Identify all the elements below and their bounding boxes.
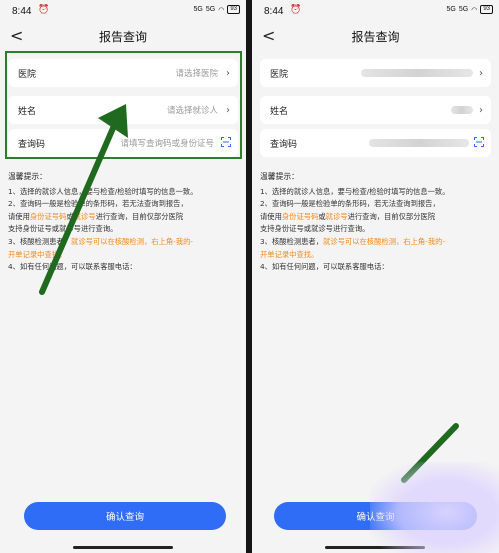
status-icons: 5G 5G ◠ 93 [194,5,240,14]
status-time: 8:44 [264,6,284,17]
alarm-icon: ⏰ [290,5,302,15]
tip-3a: 3、核酸检测患者，就诊号可以在核酸检测，右上角-我的- [260,236,446,246]
battery-indicator: 93 [480,5,493,14]
tip-4: 4、如有任何问题，可以联系客服电话： [8,262,137,272]
query-label: 查询码 [270,139,298,150]
name-label: 姓名 [270,106,289,117]
status-bar: 8:44 ⏰ 5G 5G ◠ 93 [252,0,499,22]
tips-section: 温馨提示： 1、选择的就诊人信息，要与检查/检验时填写的信息一致。 2、查询码一… [8,171,240,274]
tip-2a: 2、查询码一般是检验单的条形码，若无法查询到报告， [260,199,440,209]
tip-2a: 2、查询码一般是检验单的条形码，若无法查询到报告， [8,199,188,209]
page-title: 报告查询 [98,30,147,44]
tips-section: 温馨提示： 1、选择的就诊人信息，要与检查/检验时填写的信息一致。 2、查询码一… [260,171,493,274]
tip-3b: 开单记录中查找。 [260,249,319,259]
hospital-label: 医院 [270,69,289,80]
nav-bar: < 报告查询 [252,24,499,48]
signal-1: 5G [446,6,456,13]
scan-icon[interactable] [474,137,484,147]
tip-2c: 支持身份证号或就诊号进行查询。 [8,224,118,234]
signal-1: 5G [193,6,203,13]
patient-field[interactable]: 姓名 › [260,96,491,124]
status-time: 8:44 [12,6,32,17]
status-icons: 5G 5G ◠ 93 [447,5,493,14]
tip-3a: 3、核酸检测患者，就诊号可以在核酸检测，右上角-我的- [8,236,194,246]
chevron-right-icon: › [479,67,483,79]
tip-1: 1、选择的就诊人信息，要与检查/检验时填写的信息一致。 [8,186,198,196]
nav-bar: < 报告查询 [0,24,246,48]
alarm-icon: ⏰ [38,5,50,15]
tip-3b: 开单记录中查找。 [8,249,67,259]
form-highlight-box [5,51,242,159]
page-title: 报告查询 [351,30,400,44]
hospital-value-blurred [361,69,473,77]
tip-4: 4、如有任何问题，可以联系客服电话： [260,262,389,272]
signal-2: 5G [205,6,216,13]
home-indicator [73,546,173,549]
phone-screen-right: 8:44 ⏰ 5G 5G ◠ 93 < 报告查询 医院 › 姓名 › 查询码 温… [252,0,499,553]
tips-title: 温馨提示： [260,172,299,181]
tip-2c: 支持身份证号或就诊号进行查询。 [260,224,370,234]
confirm-query-button[interactable]: 确认查询 [274,502,477,530]
hospital-field[interactable]: 医院 › [260,59,491,87]
home-indicator [325,546,425,549]
tip-1: 1、选择的就诊人信息，要与检查/检验时填写的信息一致。 [260,186,450,196]
wifi-icon: ◠ [471,6,478,14]
tips-title: 温馨提示： [8,172,47,181]
tip-2b: 请使用身份证号码或就诊号进行查询，目前仅部分医院 [8,211,184,221]
tip-2b: 请使用身份证号码或就诊号进行查询，目前仅部分医院 [260,211,436,221]
name-value-blurred [451,106,473,114]
signal-2: 5G [458,6,469,13]
wifi-icon: ◠ [218,6,225,14]
query-value-blurred [369,139,469,147]
confirm-query-button[interactable]: 确认查询 [24,502,226,530]
query-code-field[interactable]: 查询码 [260,129,491,157]
chevron-right-icon: › [479,104,483,116]
status-bar: 8:44 ⏰ 5G 5G ◠ 93 [0,0,246,22]
battery-indicator: 93 [227,5,240,14]
